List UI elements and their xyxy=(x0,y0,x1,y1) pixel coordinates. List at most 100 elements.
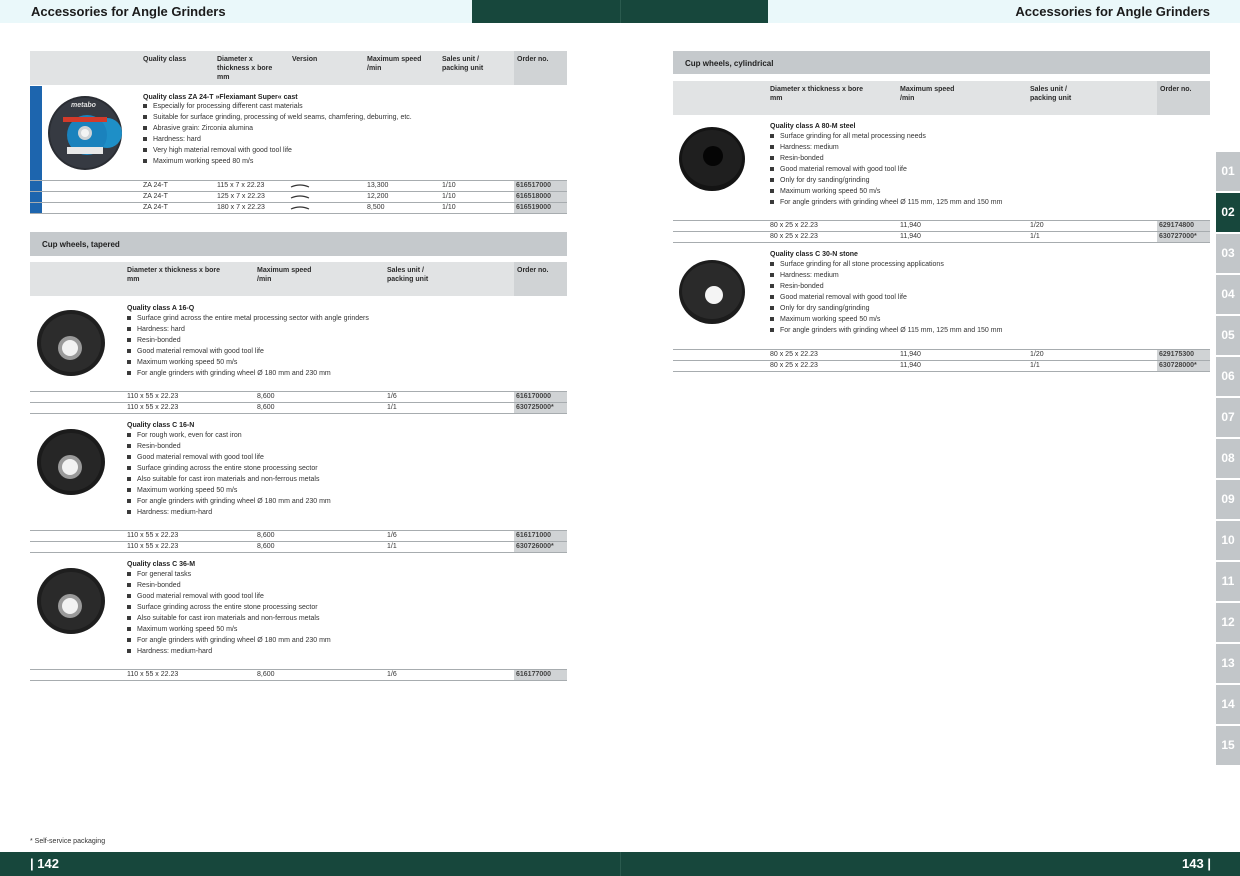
chapter-tab-02[interactable]: 02 xyxy=(1216,193,1240,232)
tab-label: 12 xyxy=(1221,615,1235,629)
bullet: Maximum working speed 50 m/s xyxy=(125,357,369,368)
bullet: For angle grinders with grinding wheel Ø… xyxy=(768,325,1002,336)
bullet: Good material removal with good tool lif… xyxy=(125,452,331,463)
chapter-tab-07[interactable]: 07 xyxy=(1216,398,1240,437)
chapter-tab-08[interactable]: 08 xyxy=(1216,439,1240,478)
bullet: Maximum working speed 50 m/s xyxy=(768,314,1002,325)
bullet: Hardness: medium xyxy=(768,270,1002,281)
table-row: 110 x 55 x 22.23 8,600 1/1 630726000* xyxy=(30,541,567,553)
bullet: Abrasive grain: Zirconia alumina xyxy=(141,123,412,134)
bullet: For angle grinders with grinding wheel Ø… xyxy=(125,368,369,379)
bullet: Also suitable for cast iron materials an… xyxy=(125,474,331,485)
banner-dark-right xyxy=(620,0,768,23)
flat-disc-version-icon xyxy=(290,195,310,199)
chapter-tab-04[interactable]: 04 xyxy=(1216,275,1240,314)
chapter-tab-14[interactable]: 14 xyxy=(1216,685,1240,724)
bullet: Maximum working speed 50 m/s xyxy=(125,485,331,496)
tab-label: 14 xyxy=(1221,697,1235,711)
tab-label: 10 xyxy=(1221,533,1235,547)
order-number[interactable]: 629174800 xyxy=(1159,222,1194,229)
order-number[interactable]: 616518000 xyxy=(516,193,551,200)
tab-label: 03 xyxy=(1221,246,1235,260)
cup-wheel-tapered-image xyxy=(36,426,106,496)
section-cup-wheels-cylindrical: Cup wheels, cylindrical xyxy=(673,51,1210,74)
order-number[interactable]: 616519000 xyxy=(516,204,551,211)
chapter-tab-11[interactable]: 11 xyxy=(1216,562,1240,601)
chapter-tab-06[interactable]: 06 xyxy=(1216,357,1240,396)
chapter-tab-15[interactable]: 15 xyxy=(1216,726,1240,765)
section-cup-wheels-tapered: Cup wheels, tapered xyxy=(30,232,567,256)
order-number[interactable]: 630725000* xyxy=(516,404,554,411)
tab-label: 15 xyxy=(1221,738,1235,752)
cell-speed: 8,600 xyxy=(257,543,275,550)
chapter-tab-05[interactable]: 05 xyxy=(1216,316,1240,355)
table-row: 80 x 25 x 22.23 11,940 1/20 629175300 xyxy=(673,349,1210,360)
chapter-tab-01[interactable]: 01 xyxy=(1216,152,1240,191)
bullet: Good material removal with good tool lif… xyxy=(125,591,331,602)
order-number[interactable]: 629175300 xyxy=(1159,351,1194,358)
header-speed: Maximum speed /min xyxy=(257,267,312,283)
cell-speed: 11,940 xyxy=(900,351,921,358)
cell-dims: 80 x 25 x 22.23 xyxy=(770,362,818,369)
header-dims: Diameter x thickness x bore mm xyxy=(127,267,220,283)
bullet: For angle grinders with grinding wheel Ø… xyxy=(125,496,331,507)
bullet: Hardness: medium-hard xyxy=(125,507,331,518)
cup-wheel-cylindrical-image xyxy=(678,258,746,326)
order-number[interactable]: 616170000 xyxy=(516,393,551,400)
table-row: 110 x 55 x 22.23 8,600 1/6 616171000 xyxy=(30,530,567,541)
header-sales: Sales unit / packing unit xyxy=(442,56,484,72)
page-divider xyxy=(620,852,621,876)
bullet: Especially for processing different cast… xyxy=(141,101,412,112)
section-title: Cup wheels, cylindrical xyxy=(685,59,774,68)
tab-label: 06 xyxy=(1221,369,1235,383)
banner-dark-left xyxy=(472,0,620,23)
cell-speed: 8,600 xyxy=(257,671,275,678)
page-number-left: | 142 xyxy=(30,856,59,871)
header-dims: Diameter x thickness x bore mm xyxy=(770,86,863,102)
header-sales: Sales unit / packing unit xyxy=(387,267,429,283)
cell-dims: 110 x 55 x 22.23 xyxy=(127,543,179,550)
tab-label: 11 xyxy=(1221,574,1235,588)
table-header-tapered: Diameter x thickness x bore mm Maximum s… xyxy=(30,262,567,296)
cell-speed: 8,500 xyxy=(367,204,385,211)
chapter-tab-10[interactable]: 10 xyxy=(1216,521,1240,560)
table-header-cast: Quality class Diameter x thickness x bor… xyxy=(30,51,567,85)
cell-dims: 125 x 7 x 22.23 xyxy=(217,193,265,200)
bullet: Hardness: medium xyxy=(768,142,1002,153)
order-number[interactable]: 616171000 xyxy=(516,532,551,539)
tab-label: 05 xyxy=(1221,328,1235,342)
header-sales: Sales unit / packing unit xyxy=(1030,86,1072,102)
bullet: Maximum working speed 50 m/s xyxy=(125,624,331,635)
order-number[interactable]: 616177000 xyxy=(516,671,551,678)
cup-wheel-tapered-image xyxy=(36,565,106,635)
cell-dims: 110 x 55 x 22.23 xyxy=(127,532,179,539)
table-row: ZA 24-T 115 x 7 x 22.23 13,300 1/10 6165… xyxy=(30,180,567,191)
order-cell: 630728000* xyxy=(1157,361,1210,371)
disc-brand-label: metabo xyxy=(71,102,96,109)
cell-speed: 12,200 xyxy=(367,193,389,200)
chapter-tab-12[interactable]: 12 xyxy=(1216,603,1240,642)
chapter-tab-03[interactable]: 03 xyxy=(1216,234,1240,273)
header-quality: Quality class xyxy=(143,56,187,63)
chapter-tab-13[interactable]: 13 xyxy=(1216,644,1240,683)
bullet: Good material removal with good tool lif… xyxy=(768,164,1002,175)
order-cell: 616170000 xyxy=(514,392,567,402)
header-order: Order no. xyxy=(517,56,549,63)
table-row: 110 x 55 x 22.23 8,600 1/1 630725000* xyxy=(30,402,567,414)
chapter-tab-09[interactable]: 09 xyxy=(1216,480,1240,519)
order-number[interactable]: 630728000* xyxy=(1159,362,1197,369)
cell-sales: 1/6 xyxy=(387,393,397,400)
order-cell: 629175300 xyxy=(1157,350,1210,360)
cell-speed: 13,300 xyxy=(367,182,389,189)
cell-speed: 8,600 xyxy=(257,404,275,411)
bullet: Suitable for surface grinding, processin… xyxy=(141,112,412,123)
cup-wheel-cylindrical-image xyxy=(678,125,746,193)
flat-disc-version-icon xyxy=(290,184,310,188)
order-number[interactable]: 630727000* xyxy=(1159,233,1197,240)
cell-speed: 11,940 xyxy=(900,362,921,369)
order-number[interactable]: 630726000* xyxy=(516,543,554,550)
page-title-right: Accessories for Angle Grinders xyxy=(1015,4,1210,19)
order-number[interactable]: 616517000 xyxy=(516,182,551,189)
bullet: Surface grinding for all metal processin… xyxy=(768,131,1002,142)
bullet: Surface grinding across the entire stone… xyxy=(125,463,331,474)
